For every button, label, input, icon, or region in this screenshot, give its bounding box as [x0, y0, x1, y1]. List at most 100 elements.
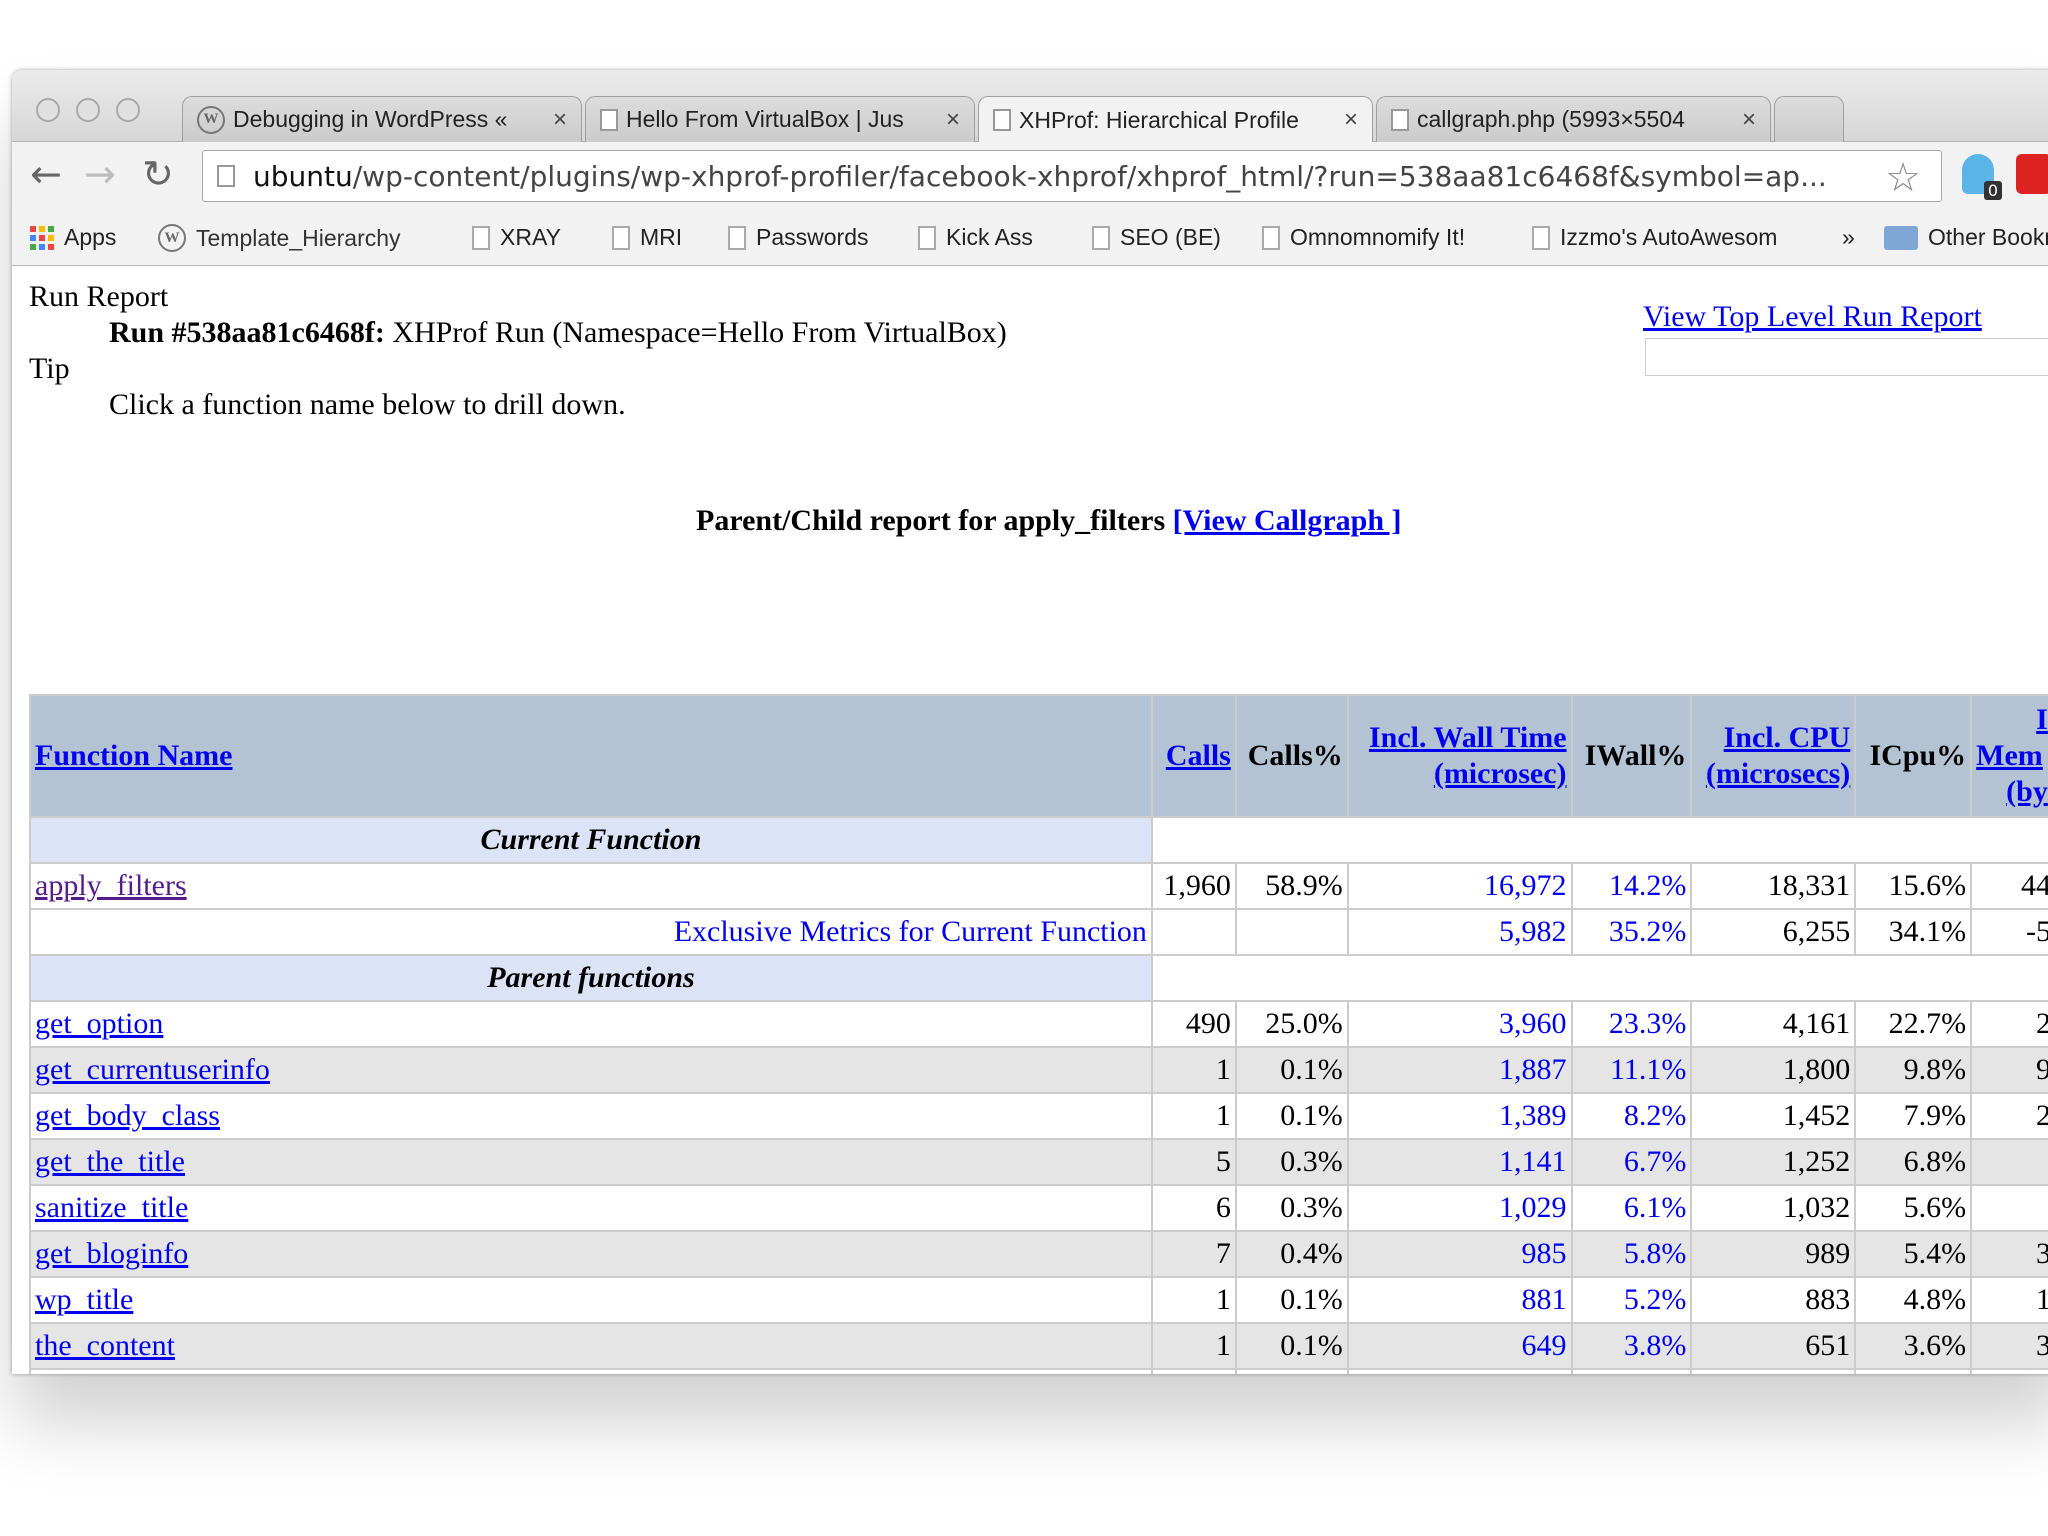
view-callgraph-link[interactable]: [View Callgraph ]	[1173, 504, 1402, 537]
col-icpu-pct: ICpu%	[1854, 694, 1973, 818]
close-icon[interactable]: ×	[1344, 106, 1358, 134]
incl-memory-cell: 36	[1970, 1322, 2048, 1370]
tab-hello-virtualbox[interactable]: Hello From VirtualBox | Jus ×	[585, 96, 975, 142]
calls-cell: 491	[1150, 1368, 1237, 1374]
function-link[interactable]: the_content	[35, 1329, 175, 1362]
incl-cpu-cell: 1,800	[1690, 1046, 1857, 1094]
section-header-row: Parent functions	[29, 954, 2048, 1002]
function-link[interactable]: get_bloginfo	[35, 1237, 188, 1270]
section-header-row: Current Function	[29, 816, 2048, 864]
parent-child-table: Function Name Calls Calls% Incl. Wall Ti…	[29, 694, 2048, 1374]
function-link[interactable]: get_body_class	[35, 1099, 220, 1132]
ghostery-extension-icon[interactable]: 0	[1962, 154, 2002, 200]
extension-icon[interactable]	[2016, 154, 2048, 194]
zoom-window-button[interactable]	[116, 98, 140, 122]
bookmark-template-hierarchy[interactable]: W Template_Hierarchy	[158, 224, 401, 252]
incl-cpu-cell: 4,161	[1690, 1000, 1857, 1048]
icpu-pct-cell: 5.6%	[1854, 1184, 1973, 1232]
incl-memory-cell: 447	[1970, 862, 2048, 910]
incl-wall-time-cell: 1,389	[1346, 1092, 1573, 1140]
bookmarks-overflow-chevron-icon[interactable]: »	[1842, 224, 1855, 251]
function-link[interactable]: sanitize_title	[35, 1191, 188, 1224]
col-iwall-pct: IWall%	[1570, 694, 1693, 818]
bookmark-seo[interactable]: SEO (BE)	[1092, 224, 1221, 251]
col-incl-memory[interactable]: I Mem (by	[1970, 694, 2048, 818]
minimize-window-button[interactable]	[76, 98, 100, 122]
col-incl-wall-time[interactable]: Incl. Wall Time (microsec)	[1346, 694, 1573, 818]
bookmark-label: Apps	[64, 224, 117, 250]
calls-pct-cell: 0.1%	[1234, 1046, 1349, 1094]
run-report-label: Run Report	[29, 280, 169, 313]
incl-wall-time-cell: 1,887	[1346, 1046, 1573, 1094]
icpu-pct-cell: 22.7%	[1854, 1000, 1973, 1048]
calls-pct-cell: 25.0%	[1234, 1000, 1349, 1048]
close-icon[interactable]: ×	[1742, 106, 1756, 134]
close-icon[interactable]: ×	[946, 106, 960, 134]
incl-wall-time-cell: 985	[1346, 1230, 1573, 1278]
bookmark-passwords[interactable]: Passwords	[728, 224, 868, 251]
view-top-level-run-report-link[interactable]: View Top Level Run Report	[1643, 300, 1982, 334]
function-name-cell: translate	[29, 1368, 1153, 1374]
calls-sort-link[interactable]: Calls	[1166, 739, 1231, 772]
tab-callgraph[interactable]: callgraph.php (5993×5504 ×	[1376, 96, 1771, 142]
incl-wall-time-cell: 1,029	[1346, 1184, 1573, 1232]
bookmark-other-bookmarks[interactable]: Other Bookmarks	[1884, 224, 2048, 251]
reload-icon[interactable]: ↻	[142, 152, 174, 196]
page-icon	[600, 108, 618, 131]
section-title: Current Function	[29, 816, 1153, 864]
bookmark-autoawesome[interactable]: Izzmo's AutoAwesom	[1532, 224, 1822, 251]
new-tab-button[interactable]	[1774, 96, 1844, 142]
page-icon	[918, 225, 936, 250]
bookmark-omnomnomify[interactable]: Omnomnomify It!	[1262, 224, 1465, 251]
tab-debugging-wordpress[interactable]: W Debugging in WordPress « ×	[182, 96, 582, 142]
header-row: Function Name Calls Calls% Incl. Wall Ti…	[29, 694, 2048, 818]
function-link[interactable]: get_the_title	[35, 1145, 185, 1178]
tab-xhprof[interactable]: XHProf: Hierarchical Profile ×	[978, 96, 1373, 143]
bookmark-star-icon[interactable]: ☆	[1885, 155, 1921, 201]
function-link[interactable]: get_currentuserinfo	[35, 1053, 270, 1086]
incl-wall-time-cell: 16,972	[1346, 862, 1573, 910]
incl-memory-sort-link[interactable]: I Mem (by	[1976, 703, 2048, 808]
col-calls[interactable]: Calls	[1150, 694, 1237, 818]
calls-cell: 1	[1150, 1046, 1237, 1094]
incl-memory-cell: 33	[1970, 1230, 2048, 1278]
url-host: ubuntu	[253, 159, 353, 193]
table-row: get_body_class 10.1%1,3898.2%1,4527.9%27	[29, 1092, 2048, 1140]
header-line: Incl. CPU	[1723, 721, 1851, 754]
calls-pct-cell: 58.9%	[1234, 862, 1349, 910]
iwall-pct-cell: 6.7%	[1570, 1138, 1693, 1186]
col-incl-cpu[interactable]: Incl. CPU (microsecs)	[1690, 694, 1857, 818]
run-info: Run #538aa81c6468f: XHProf Run (Namespac…	[109, 316, 1007, 350]
incl-wall-time-sort-link[interactable]: Incl. Wall Time (microsec)	[1369, 721, 1567, 790]
calls-pct-cell: 0.1%	[1234, 1276, 1349, 1324]
back-arrow-icon[interactable]: ←	[30, 152, 62, 196]
icpu-pct-cell: 5.4%	[1854, 1230, 1973, 1278]
table-row: wp_title 10.1%8815.2%8834.8%17	[29, 1276, 2048, 1324]
col-function-name[interactable]: Function Name	[29, 694, 1153, 818]
function-link[interactable]: apply_filters	[35, 869, 187, 902]
iwall-pct-cell: 8.2%	[1570, 1092, 1693, 1140]
tab-title: Debugging in WordPress «	[233, 106, 508, 132]
close-window-button[interactable]	[36, 98, 60, 122]
bookmark-label: XRAY	[500, 224, 561, 250]
address-bar[interactable]: ubuntu/wp-content/plugins/wp-xhprof-prof…	[202, 150, 1942, 202]
tip-label: Tip	[29, 352, 70, 385]
calls-cell: 1	[1150, 1276, 1237, 1324]
table-body: Current Function apply_filters 1,960 58.9% 1…	[29, 816, 2048, 1374]
forward-arrow-icon[interactable]: →	[84, 152, 116, 196]
function-link[interactable]: wp_title	[35, 1283, 133, 1316]
function-name-sort-link[interactable]: Function Name	[35, 739, 233, 772]
iwall-pct-cell: 5.2%	[1570, 1276, 1693, 1324]
calls-cell: 1	[1150, 1322, 1237, 1370]
bookmark-kick-ass[interactable]: Kick Ass	[918, 224, 1033, 251]
bookmark-xray[interactable]: XRAY	[472, 224, 561, 251]
bookmark-apps[interactable]: Apps	[30, 224, 116, 251]
bookmark-mri[interactable]: MRI	[612, 224, 682, 251]
report-input-box[interactable]	[1645, 338, 2048, 376]
calls-pct-cell	[1234, 908, 1349, 956]
incl-cpu-sort-link[interactable]: Incl. CPU (microsecs)	[1706, 721, 1850, 790]
function-link[interactable]: get_option	[35, 1007, 163, 1040]
table-row: get_currentuserinfo 1 0.1% 1,887 11.1% 1,800 9…	[29, 1046, 2048, 1094]
close-icon[interactable]: ×	[553, 106, 567, 134]
bookmark-label: Other Bookmarks	[1928, 224, 2048, 250]
